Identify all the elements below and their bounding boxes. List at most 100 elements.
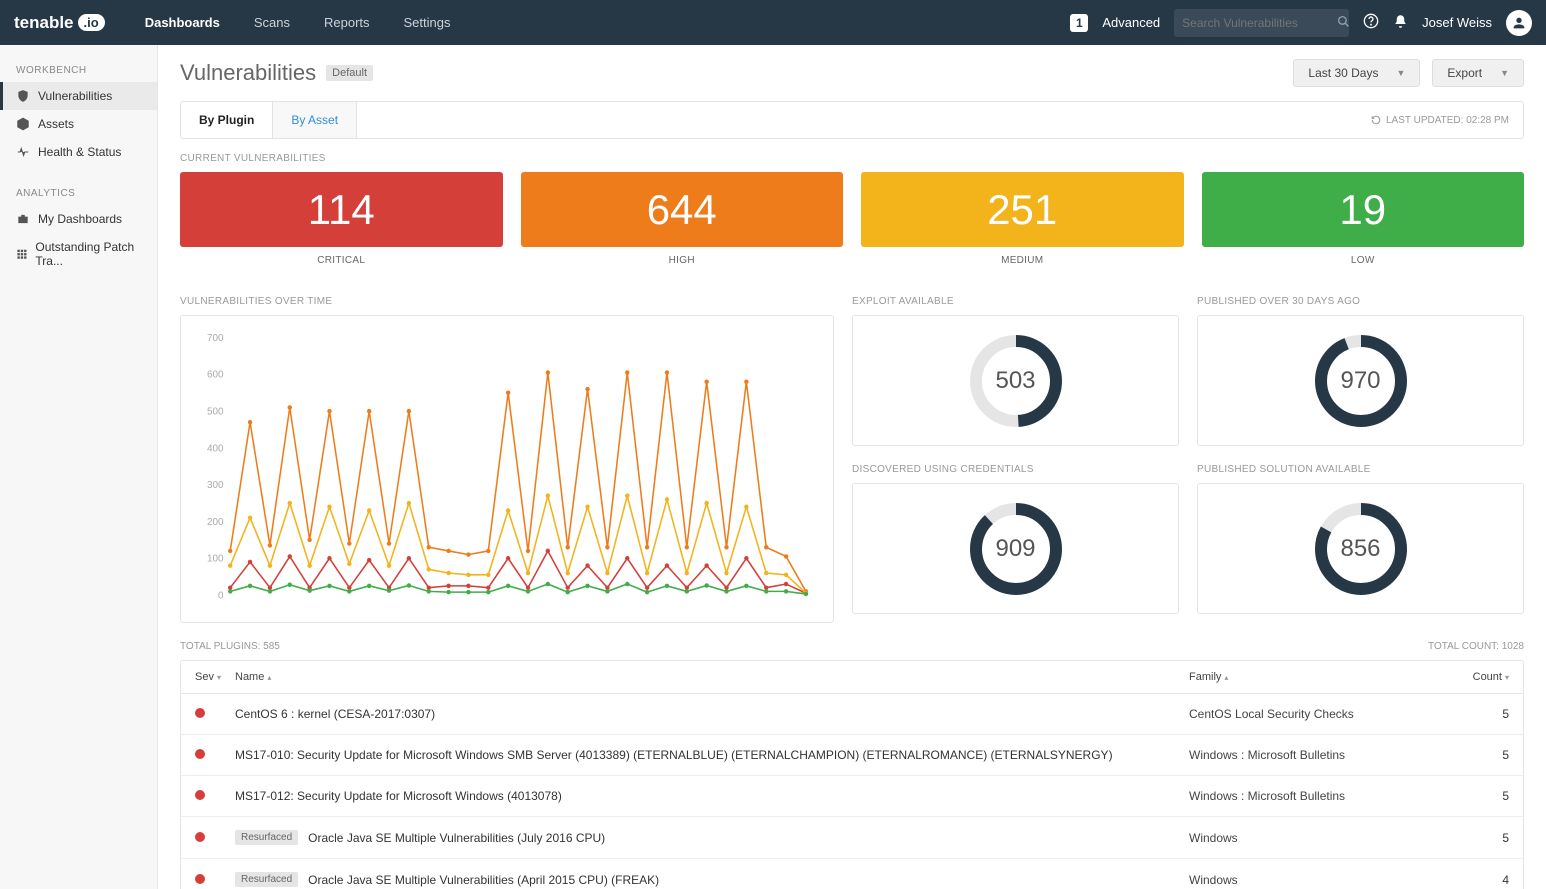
plugin-name: MS17-010: Security Update for Microsoft … xyxy=(235,748,1113,762)
brand-text-b: .io xyxy=(78,14,105,31)
user-name[interactable]: Josef Weiss xyxy=(1422,15,1492,30)
tab-by-plugin[interactable]: By Plugin xyxy=(181,102,273,138)
severity-cards: 114 CRITICAL 644 HIGH 251 MEDIUM 19 LOW xyxy=(180,172,1524,266)
sidebar-label: Vulnerabilities xyxy=(38,89,112,103)
sidebar-item-health[interactable]: Health & Status xyxy=(0,138,157,166)
svg-text:600: 600 xyxy=(207,370,224,381)
plugin-family: Windows xyxy=(1189,831,1449,845)
layout: WORKBENCH Vulnerabilities Assets Health … xyxy=(0,45,1546,889)
plugin-family: CentOS Local Security Checks xyxy=(1189,707,1449,721)
plugin-family: Windows : Microsoft Bulletins xyxy=(1189,748,1449,762)
nav-dashboards[interactable]: Dashboards xyxy=(145,15,220,30)
table-row[interactable]: Resurfaced Oracle Java SE Multiple Vulner… xyxy=(181,817,1523,859)
nav-settings[interactable]: Settings xyxy=(404,15,451,30)
table-row[interactable]: MS17-012: Security Update for Microsoft … xyxy=(181,776,1523,817)
table-row[interactable]: Resurfaced Oracle Java SE Multiple Vulner… xyxy=(181,859,1523,889)
card-medium[interactable]: 251 MEDIUM xyxy=(861,172,1184,266)
table-row[interactable]: CentOS 6 : kernel (CESA-2017:0307) CentOS… xyxy=(181,694,1523,735)
date-range-dropdown[interactable]: Last 30 Days ▼ xyxy=(1293,59,1420,87)
help-icon[interactable] xyxy=(1363,13,1379,32)
svg-text:500: 500 xyxy=(207,406,224,417)
svg-text:700: 700 xyxy=(207,333,224,344)
svg-text:100: 100 xyxy=(207,554,224,565)
donut-col-2: PUBLISHED OVER 30 DAYS AGO 970 PUBLISHED… xyxy=(1197,296,1524,623)
sidebar: WORKBENCH Vulnerabilities Assets Health … xyxy=(0,45,158,889)
donut-label-published: PUBLISHED OVER 30 DAYS AGO xyxy=(1197,296,1524,307)
plugin-name: MS17-012: Security Update for Microsoft … xyxy=(235,789,562,803)
search-box[interactable] xyxy=(1174,9,1349,37)
pulse-icon xyxy=(16,145,30,159)
col-sev[interactable]: Sev▾ xyxy=(195,671,235,683)
plugin-name: CentOS 6 : kernel (CESA-2017:0307) xyxy=(235,707,435,721)
total-count: TOTAL COUNT: 1028 xyxy=(1428,641,1524,652)
last-updated: LAST UPDATED: 02:28 PM xyxy=(1371,115,1509,126)
advanced-link[interactable]: Advanced xyxy=(1102,15,1160,30)
donut-solution[interactable]: 856 xyxy=(1197,483,1524,614)
sidebar-item-my-dashboards[interactable]: My Dashboards xyxy=(0,205,157,233)
donut-label-exploit: EXPLOIT AVAILABLE xyxy=(852,296,1179,307)
default-badge: Default xyxy=(326,65,373,81)
donut-published[interactable]: 970 xyxy=(1197,315,1524,446)
donut-col-1: EXPLOIT AVAILABLE 503 DISCOVERED USING C… xyxy=(852,296,1179,623)
resurfaced-badge: Resurfaced xyxy=(235,830,298,845)
table-header-row: Sev▾ Name▴ Family▴ Count▾ xyxy=(181,661,1523,694)
plugin-count: 5 xyxy=(1449,707,1509,721)
table-header-meta: TOTAL PLUGINS: 585 TOTAL COUNT: 1028 xyxy=(180,641,1524,652)
plugin-name: Oracle Java SE Multiple Vulnerabilities … xyxy=(308,873,659,887)
card-high[interactable]: 644 HIGH xyxy=(521,172,844,266)
severity-dot xyxy=(195,790,205,800)
section-overtime: VULNERABILITIES OVER TIME xyxy=(180,296,834,307)
date-range-label: Last 30 Days xyxy=(1308,66,1378,80)
svg-text:400: 400 xyxy=(207,443,224,454)
table-body: CentOS 6 : kernel (CESA-2017:0307) CentOS… xyxy=(181,694,1523,889)
section-current-vuln: CURRENT VULNERABILITIES xyxy=(180,153,1524,164)
severity-dot xyxy=(195,749,205,759)
sidebar-label: Outstanding Patch Tra... xyxy=(35,240,141,268)
col-count[interactable]: Count▾ xyxy=(1449,671,1509,683)
severity-dot xyxy=(195,832,205,842)
sidebar-item-assets[interactable]: Assets xyxy=(0,110,157,138)
top-right: 1 Advanced Josef Weiss xyxy=(1070,9,1532,37)
donut-label-solution: PUBLISHED SOLUTION AVAILABLE xyxy=(1197,464,1524,475)
nav-scans[interactable]: Scans xyxy=(254,15,290,30)
notification-count[interactable]: 1 xyxy=(1070,14,1088,32)
line-chart[interactable]: 0100200300400500600700 xyxy=(180,315,834,623)
sidebar-item-patch-tracking[interactable]: Outstanding Patch Tra... xyxy=(0,233,157,275)
card-low[interactable]: 19 LOW xyxy=(1202,172,1525,266)
plugin-family: Windows xyxy=(1189,873,1449,887)
col-family[interactable]: Family▴ xyxy=(1189,671,1449,683)
donut-exploit[interactable]: 503 xyxy=(852,315,1179,446)
tab-by-asset[interactable]: By Asset xyxy=(273,102,357,138)
main: Vulnerabilities Default Last 30 Days ▼ E… xyxy=(158,45,1546,889)
card-critical[interactable]: 114 CRITICAL xyxy=(180,172,503,266)
brand-logo[interactable]: tenable.io xyxy=(14,13,105,33)
export-label: Export xyxy=(1447,66,1482,80)
total-plugins: TOTAL PLUGINS: 585 xyxy=(180,641,280,652)
donut-credentials[interactable]: 909 xyxy=(852,483,1179,614)
sidebar-label: Health & Status xyxy=(38,145,121,159)
sidebar-item-vulnerabilities[interactable]: Vulnerabilities xyxy=(0,82,157,110)
briefcase-icon xyxy=(16,212,30,226)
bell-icon[interactable] xyxy=(1393,14,1408,32)
svg-text:200: 200 xyxy=(207,517,224,528)
mid-row: VULNERABILITIES OVER TIME 01002003004005… xyxy=(180,296,1524,623)
user-avatar[interactable] xyxy=(1506,10,1532,36)
table-row[interactable]: MS17-010: Security Update for Microsoft … xyxy=(181,735,1523,776)
brand-text-a: tenable xyxy=(14,13,74,33)
col-name[interactable]: Name▴ xyxy=(235,671,1189,683)
grid-icon xyxy=(16,247,27,261)
chevron-down-icon: ▼ xyxy=(1396,68,1405,78)
search-input[interactable] xyxy=(1182,16,1337,30)
sidebar-group-analytics: ANALYTICS xyxy=(0,180,157,205)
plugin-name: Oracle Java SE Multiple Vulnerabilities … xyxy=(308,831,605,845)
nav-reports[interactable]: Reports xyxy=(324,15,370,30)
export-dropdown[interactable]: Export ▼ xyxy=(1432,59,1524,87)
plugins-table: Sev▾ Name▴ Family▴ Count▾ CentOS 6 : ker… xyxy=(180,660,1524,889)
search-icon[interactable] xyxy=(1337,15,1350,31)
plugin-count: 5 xyxy=(1449,789,1509,803)
line-chart-svg: 0100200300400500600700 xyxy=(197,332,817,606)
donut-label-cred: DISCOVERED USING CREDENTIALS xyxy=(852,464,1179,475)
page-title: Vulnerabilities xyxy=(180,60,316,86)
resurfaced-badge: Resurfaced xyxy=(235,872,298,887)
sidebar-group-workbench: WORKBENCH xyxy=(0,57,157,82)
